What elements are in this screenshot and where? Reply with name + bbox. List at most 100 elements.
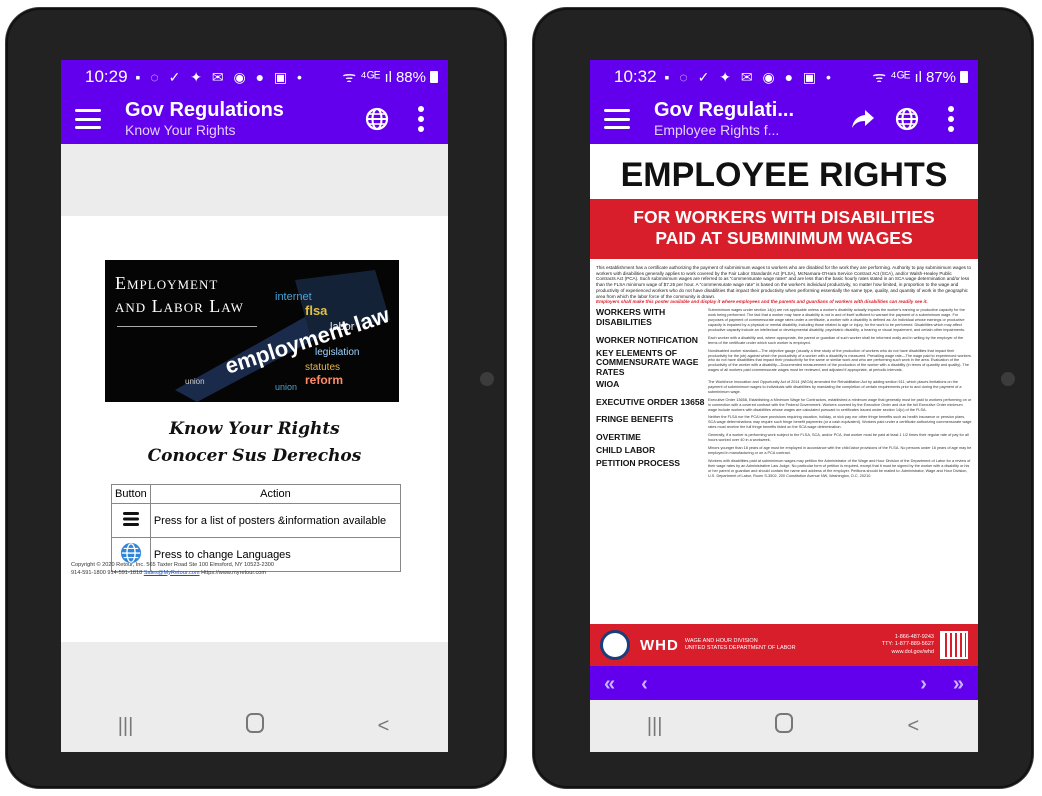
whd-division: WAGE AND HOUR DIVISION — [684, 638, 758, 645]
kyr-spanish: Conocer Sus Derechos — [147, 446, 362, 467]
svg-text:union: union — [275, 382, 297, 392]
section-heading: Key Elements of Commensurate Wage Rates — [596, 347, 699, 377]
next-page-button[interactable]: › — [920, 673, 927, 696]
section-body: Neither the FLSA nor the PCA have provis… — [708, 415, 972, 430]
section-body: Minors younger than 18 years of age must… — [708, 446, 972, 456]
notification-icons: ▪ ◌ ✓ ✦ ✉ ◉ ● ▣ • — [135, 68, 305, 85]
document-viewer[interactable]: Employment and Labor Law internet flsa l… — [61, 144, 448, 712]
app-bar: Gov Regulations Know Your Rights — [61, 94, 448, 144]
whd-web: www.dol.gov/whd — [891, 648, 935, 655]
app-titles: Gov Regulati... Employee Rights f... — [654, 99, 832, 138]
page-navigation: « ‹ › » — [590, 666, 978, 702]
dol-seal-icon — [600, 630, 630, 660]
svg-text:internet: internet — [275, 291, 312, 303]
whd-department: UNITED STATES DEPARTMENT OF LABOR — [684, 645, 796, 651]
menu-icon[interactable] — [75, 109, 101, 129]
table-header-row: Button Action — [111, 484, 402, 504]
copyright-notice: Copyright © 2020 Retour, Inc. 565 Taxter… — [61, 562, 448, 577]
app-bar: Gov Regulati... Employee Rights f... — [590, 94, 978, 144]
home-button[interactable] — [754, 713, 814, 739]
back-button[interactable]: < — [883, 715, 943, 738]
app-title: Gov Regulati... — [654, 99, 795, 122]
poster-section: Key Elements of Commensurate Wage Rates N… — [590, 347, 978, 377]
pager-right: › » — [920, 673, 964, 696]
table-row: Press for a list of posters &information… — [111, 503, 402, 538]
system-nav-bar: ||| < — [590, 700, 978, 752]
svg-text:reform: reform — [305, 373, 343, 387]
poster-section: Worker Notification Each worker with a di… — [590, 334, 978, 346]
battery-level: 88% — [395, 68, 426, 86]
globe-icon[interactable] — [894, 106, 920, 132]
poster-section: Workers With Disabilities Subminimum wage… — [590, 307, 978, 333]
header-action: Action — [149, 484, 402, 504]
last-page-button[interactable]: » — [953, 673, 964, 696]
screen-right: 10:32 ▪ ◌ ✓ ✦ ✉ ◉ ● ▣ • ᯤ ⁴ᴳᴱ ıl 87% Gov… — [590, 60, 978, 752]
app-title: Gov Regulations — [125, 99, 284, 122]
svg-text:legislation: legislation — [315, 347, 359, 358]
section-heading: Child Labor — [596, 445, 656, 456]
svg-text:union: union — [185, 377, 205, 386]
pager-left: « ‹ — [604, 673, 648, 696]
camera-dot — [480, 372, 494, 386]
previous-page-button[interactable]: ‹ — [641, 673, 648, 696]
header-button: Button — [111, 484, 151, 504]
poster-section: Fringe Benefits Neither the FLSA nor the … — [590, 415, 978, 430]
camera-dot — [1001, 372, 1015, 386]
email-link[interactable]: Sales@MyRetour.com — [144, 570, 200, 576]
recents-button[interactable]: ||| — [625, 715, 685, 738]
poster-section: Overtime Generally, if a worker is perfor… — [590, 433, 978, 443]
section-body: Subminimum wages under section 14(c) are… — [708, 308, 966, 332]
share-icon[interactable] — [850, 106, 876, 132]
svg-text:statutes: statutes — [305, 362, 340, 373]
whd-logo: WHD — [640, 636, 679, 654]
intro-text: This establishment has a certificate aut… — [596, 265, 972, 299]
intro-notice: Employers shall make this poster availab… — [596, 299, 928, 305]
poster-intro: This establishment has a certificate aut… — [590, 259, 978, 305]
stage: 10:29 ▪ ◌ ✓ ✦ ✉ ◉ ● ▣ • ᯤ ⁴ᴳᴱ ıl 88% Gov… — [0, 0, 1042, 796]
whd-phone: 1-866-487-9243 — [894, 634, 934, 641]
app-titles: Gov Regulations Know Your Rights — [125, 99, 346, 138]
battery-icon — [960, 71, 968, 83]
section-body: Workers with disabilities paid at submin… — [708, 458, 971, 478]
svg-text:flsa: flsa — [305, 303, 328, 318]
section-heading: Fringe Benefits — [596, 414, 674, 425]
copyright-phones: 914-591-1800 914-591-1818 — [71, 569, 144, 576]
poster-subheading-line2: PAID AT SUBMINIMUM WAGES — [655, 228, 913, 248]
poster-footer: WHD WAGE AND HOUR DIVISION UNITED STATES… — [590, 624, 978, 666]
poster-section: Child Labor Minors younger than 18 years … — [590, 445, 978, 456]
section-body: Executive Order 13658, Establishing a Mi… — [708, 397, 972, 412]
poster-section: Petition Process Workers with disabilitie… — [590, 457, 978, 479]
home-button[interactable] — [225, 713, 285, 739]
section-body: The Workforce Innovation and Opportunity… — [708, 379, 962, 394]
app-subtitle: Employee Rights f... — [654, 122, 780, 139]
poster-section: WIOA The Workforce Innovation and Opportu… — [590, 378, 978, 395]
notification-icons: ▪ ◌ ✓ ✦ ✉ ◉ ● ▣ • — [664, 68, 834, 85]
back-button[interactable]: < — [354, 715, 414, 738]
copyright-line2: 914-591-1800 914-591-1818 Sales@MyRetour… — [71, 570, 438, 578]
whd-tty: TTY: 1-877-889-5627 — [881, 641, 934, 648]
battery-icon — [430, 71, 438, 83]
employee-rights-poster[interactable]: EMPLOYEE RIGHTS FOR WORKERS WITH DISABIL… — [590, 144, 978, 666]
button-legend-table: Button Action Press for a list of poster… — [111, 484, 402, 572]
overflow-menu-icon[interactable] — [938, 106, 964, 132]
screen-left: 10:29 ▪ ◌ ✓ ✦ ✉ ◉ ● ▣ • ᯤ ⁴ᴳᴱ ıl 88% Gov… — [61, 60, 448, 752]
section-heading: Executive Order 13658 — [596, 396, 705, 407]
section-heading: Worker Notification — [596, 334, 698, 345]
menu-icon[interactable] — [604, 109, 630, 129]
globe-icon[interactable] — [364, 106, 390, 132]
whd-contact: 1-866-487-9243 TTY: 1-877-889-5627 www.d… — [882, 634, 934, 655]
section-body: Generally, if a worker is performing wor… — [708, 433, 969, 443]
status-bar: 10:29 ▪ ◌ ✓ ✦ ✉ ◉ ● ▣ • ᯤ ⁴ᴳᴱ ıl 88% — [61, 60, 448, 94]
section-heading: Petition Process — [596, 457, 681, 468]
first-page-button[interactable]: « — [604, 673, 615, 696]
know-your-rights-heading: Know Your Rights Conocer Sus Derechos — [61, 416, 448, 470]
kyr-english: Know Your Rights — [169, 419, 340, 439]
signal-icon: ᯤ ⁴ᴳᴱ ıl — [872, 69, 922, 86]
status-right: ᯤ ⁴ᴳᴱ ıl 88% — [342, 67, 438, 87]
whd-division-text: WAGE AND HOUR DIVISION UNITED STATES DEP… — [685, 638, 882, 651]
document-page: Employment and Labor Law internet flsa l… — [61, 216, 448, 642]
employment-law-banner: Employment and Labor Law internet flsa l… — [105, 260, 399, 402]
recents-button[interactable]: ||| — [96, 715, 156, 738]
overflow-menu-icon[interactable] — [408, 106, 434, 132]
section-heading: WIOA — [596, 378, 620, 389]
